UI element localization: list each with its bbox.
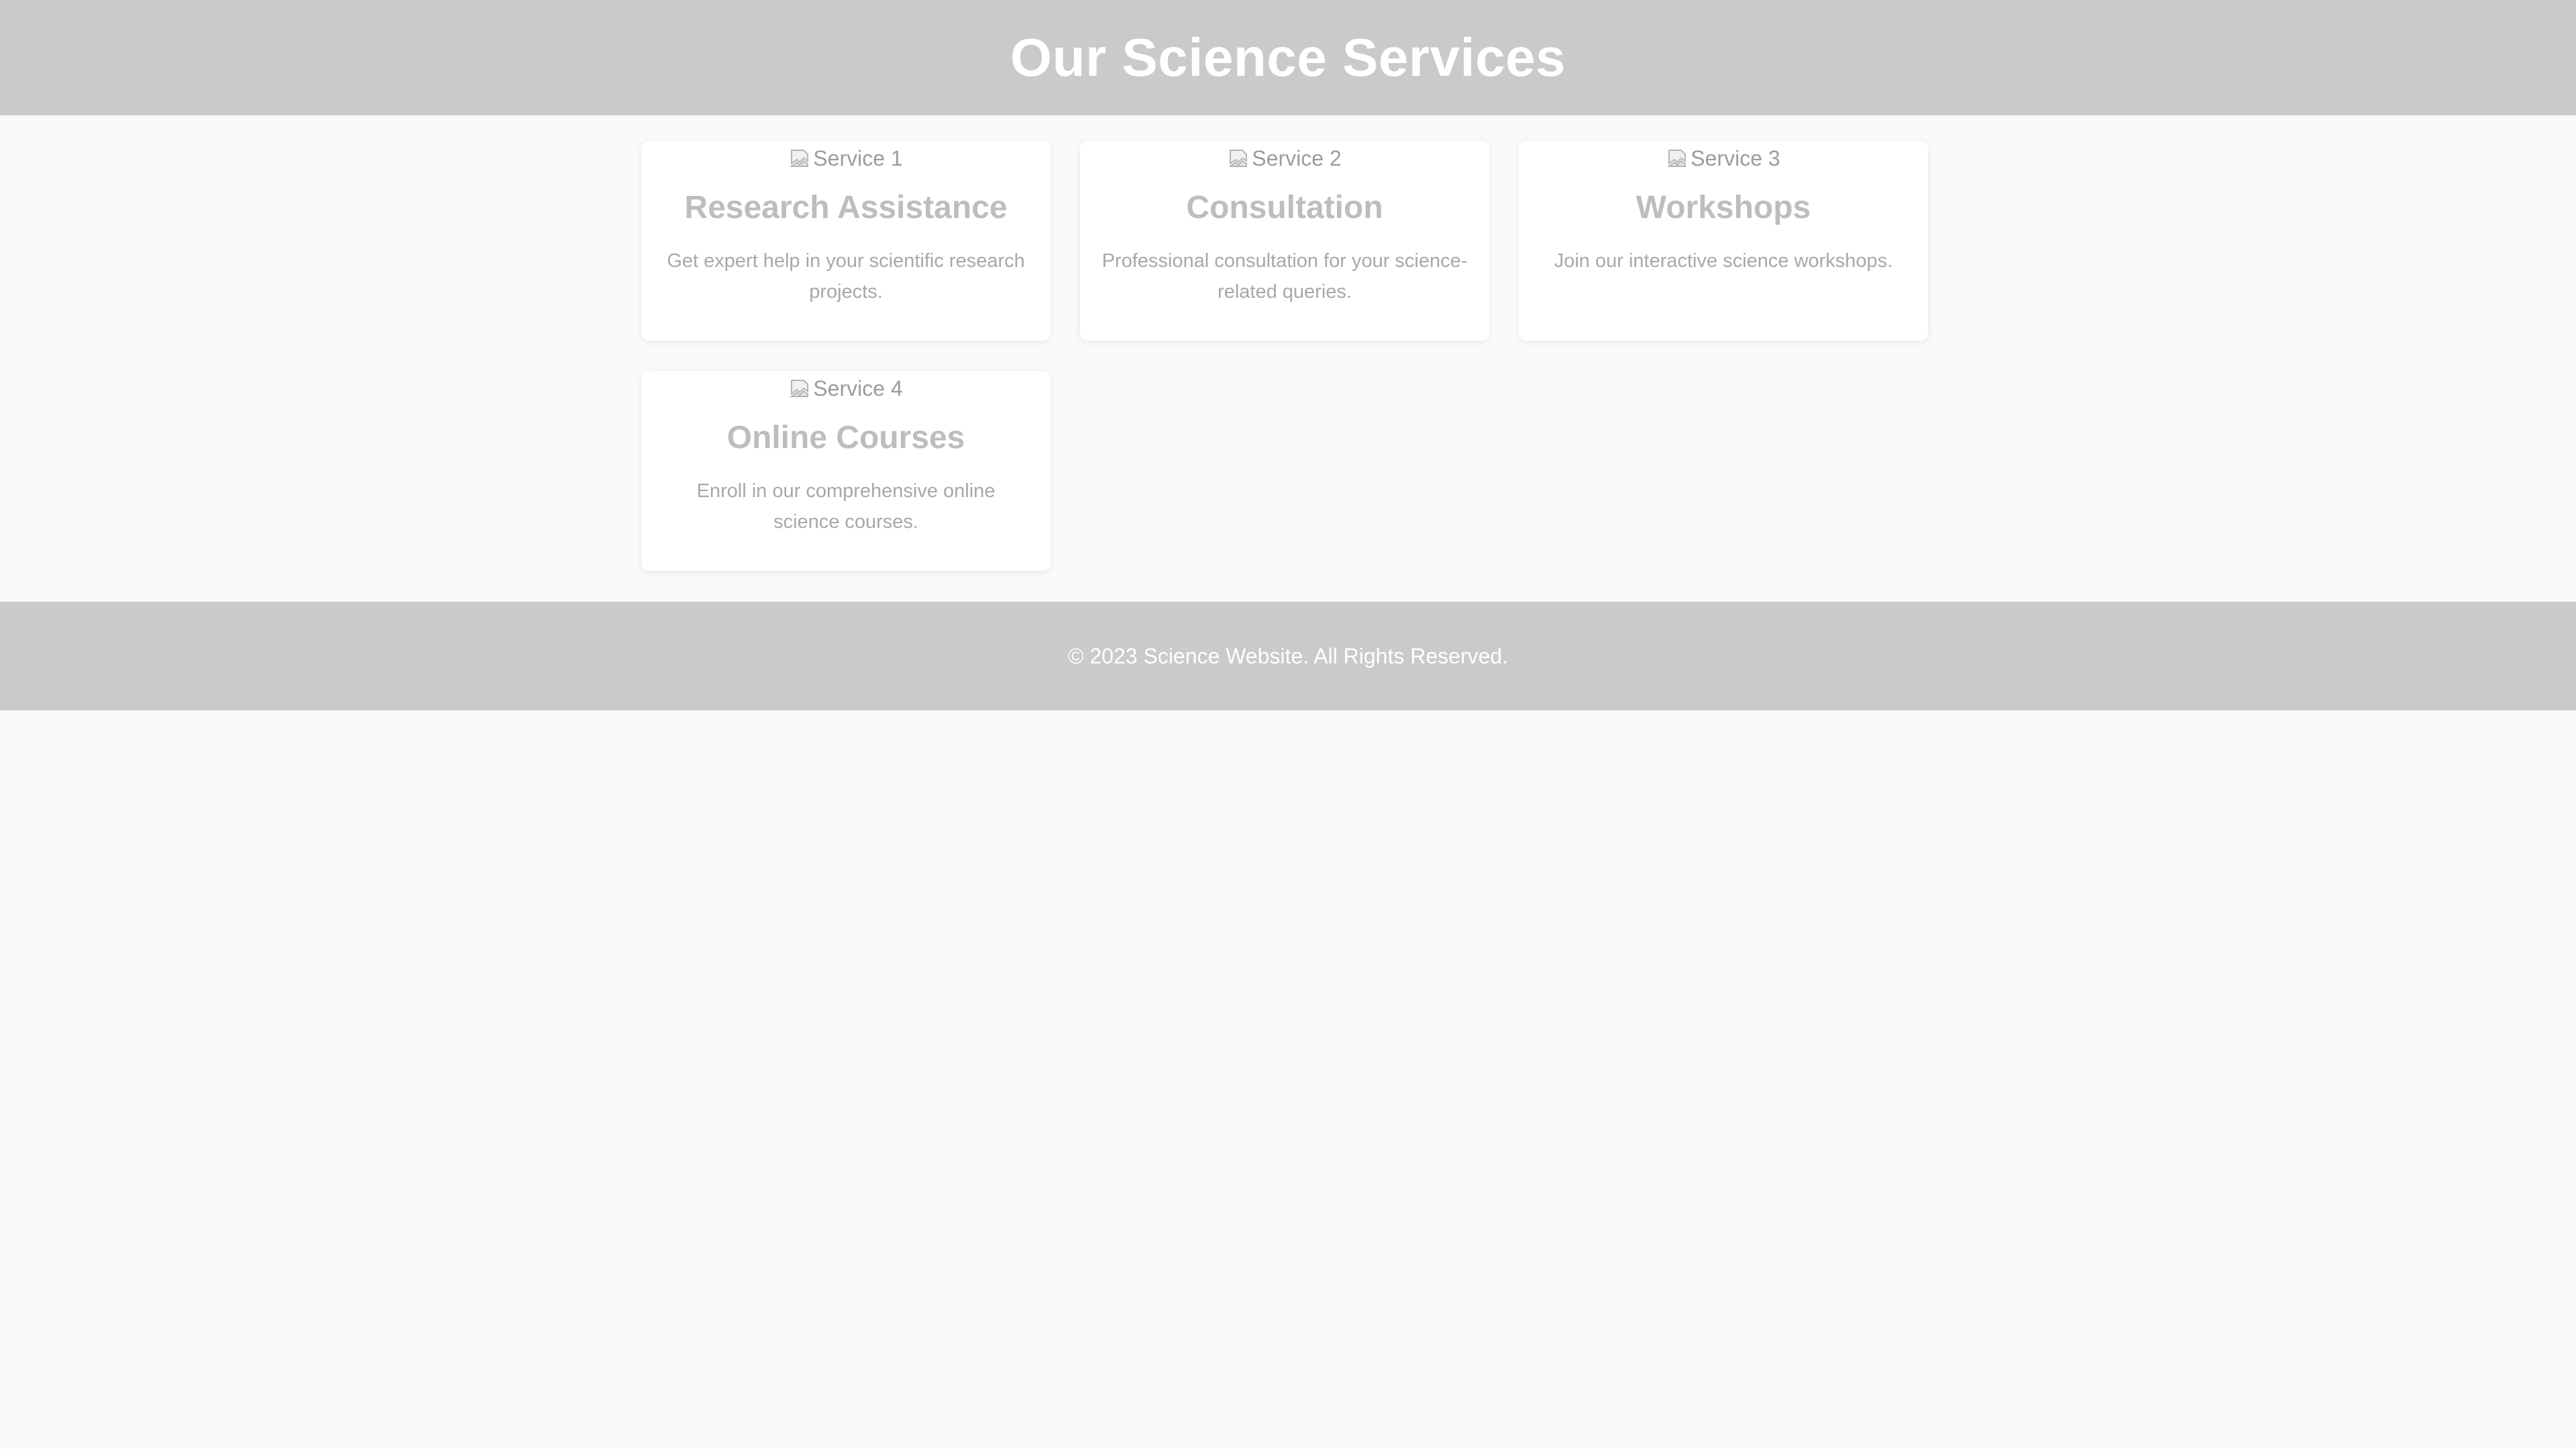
service-card: Service 2 Consultation Professional cons…: [1080, 141, 1489, 341]
services-grid: Service 1 Research Assistance Get expert…: [0, 115, 2576, 602]
service-title: Consultation: [1186, 190, 1383, 225]
site-footer: © 2023 Science Website. All Rights Reser…: [0, 602, 2576, 710]
site-header: Our Science Services: [0, 0, 2576, 115]
broken-image-icon: [1667, 150, 1686, 167]
page: Our Science Services Service 1 Research …: [0, 0, 2576, 1449]
page-title: Our Science Services: [1010, 28, 1566, 87]
service-image: Service 2: [1080, 141, 1489, 176]
copyright-text: © 2023 Science Website. All Rights Reser…: [1067, 643, 1509, 668]
service-card: Service 4 Online Courses Enroll in our c…: [641, 371, 1051, 571]
service-image: Service 1: [641, 141, 1051, 176]
service-image-alt: Service 1: [813, 146, 903, 170]
service-title: Research Assistance: [684, 190, 1008, 225]
broken-image-icon: [790, 150, 809, 167]
service-image-alt: Service 4: [813, 376, 903, 400]
service-description: Professional consultation for your scien…: [1102, 250, 1468, 303]
service-title: Workshops: [1635, 190, 1811, 225]
service-image-alt: Service 3: [1690, 146, 1780, 170]
service-description: Join our interactive science workshops.: [1554, 250, 1893, 272]
service-title: Online Courses: [727, 420, 965, 455]
service-description: Enroll in our comprehensive online scien…: [696, 480, 996, 533]
service-image: Service 4: [641, 371, 1051, 406]
service-card: Service 3 Workshops Join our interactive…: [1519, 141, 1928, 341]
broken-image-icon: [790, 380, 809, 397]
service-description: Get expert help in your scientific resea…: [667, 250, 1025, 303]
service-card: Service 1 Research Assistance Get expert…: [641, 141, 1051, 341]
service-image-alt: Service 2: [1252, 146, 1342, 170]
service-image: Service 3: [1519, 141, 1928, 176]
broken-image-icon: [1228, 150, 1248, 167]
